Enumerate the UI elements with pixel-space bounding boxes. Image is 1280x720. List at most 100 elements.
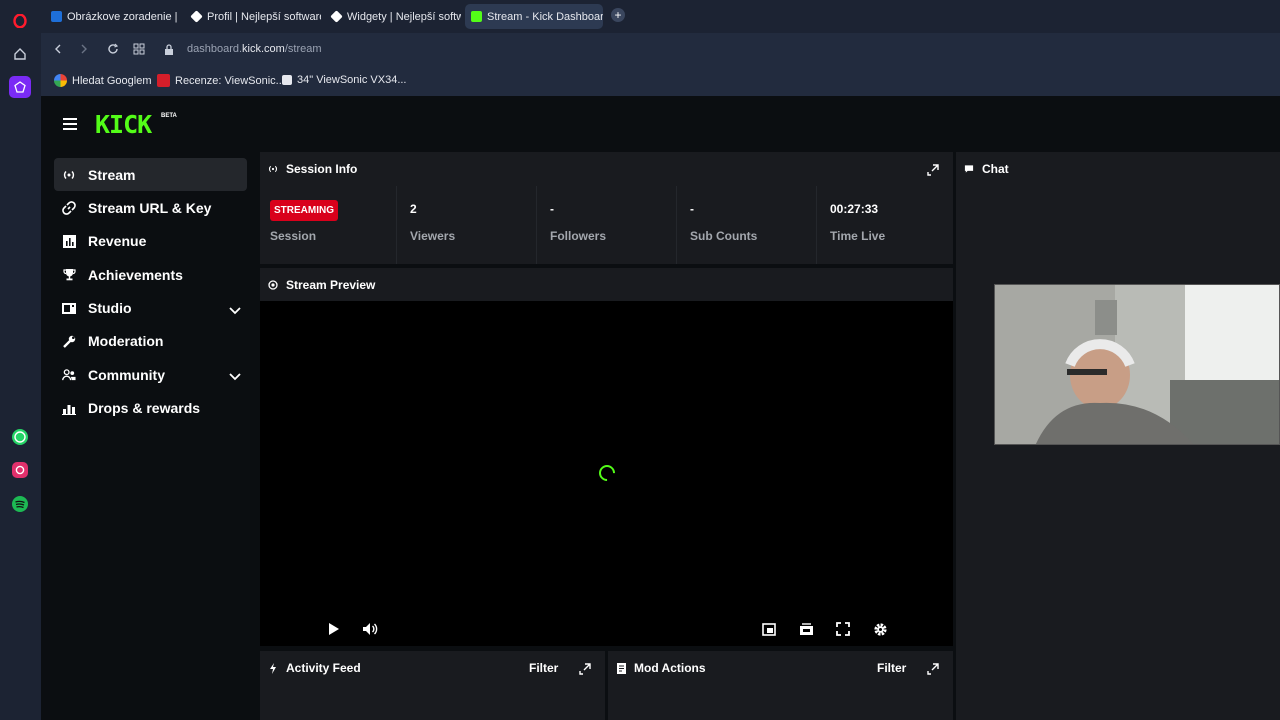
stream-preview-title-row: Stream Preview [260,268,953,301]
loading-spinner-icon [595,461,619,485]
mod-actions-filter-button[interactable]: Filter [877,661,906,675]
activity-filter-button[interactable]: Filter [529,661,558,675]
nav-item-moderation[interactable]: Moderation [54,325,247,358]
settings-gear-icon[interactable] [872,621,888,637]
site-favicon-icon [282,75,292,85]
mod-actions-panel: Mod Actions Filter [608,651,953,720]
reload-icon[interactable] [105,41,121,57]
stream-icon [62,168,76,182]
chevron-down-icon[interactable] [229,368,241,384]
tab-strip: Obrázkove zoradenie | bo Profil | Nejlep… [41,0,1280,33]
tab-3[interactable]: Widgety | Nejlepší softwar [325,4,461,29]
fullscreen-icon[interactable] [835,621,851,637]
panel-title: Stream Preview [286,277,376,292]
nav-item-stream[interactable]: Stream [54,158,247,191]
url-path: /stream [284,43,322,55]
nav-item-stream-url-key[interactable]: Stream URL & Key [54,191,247,224]
popout-icon[interactable] [927,163,939,176]
panel-title: Chat [982,162,1009,176]
camera-icon [268,279,278,290]
stat-value: 00:27:33 [830,202,879,216]
back-icon[interactable] [50,41,66,57]
panel-title: Activity Feed [286,661,361,675]
home-icon[interactable] [9,43,31,65]
link-icon [62,201,76,215]
nav-item-revenue[interactable]: Revenue [54,225,247,258]
stat-value: - [550,202,554,216]
tab-title: Profil | Nejlepší software p [207,10,321,23]
stat-sub-counts: - Sub Counts [677,186,817,264]
drops-icon [62,401,76,415]
nav-label: Revenue [88,233,147,250]
url-domain: kick.com [242,43,285,55]
video-player[interactable] [260,301,953,646]
trophy-icon [62,268,76,282]
nav-label: Drops & rewards [88,400,201,417]
webcam-overlay [994,284,1280,445]
bookmark-viewsonic[interactable]: 34" ViewSonic VX34... [282,74,407,86]
stat-label: Sub Counts [690,229,758,243]
tab-1[interactable]: Obrázkove zoradenie | bo [45,4,181,29]
chart-icon [62,234,76,248]
bookmark-label: Hledat Googlem [72,74,152,87]
tab-title: Widgety | Nejlepší softwar [347,10,461,23]
bookmark-label: 34" ViewSonic VX34... [297,74,407,86]
broadcast-icon [268,164,278,174]
forward-icon[interactable] [76,41,92,57]
spotify-icon[interactable] [9,493,31,515]
bookmark-google[interactable]: Hledat Googlem [54,74,152,87]
popout-icon[interactable] [927,662,939,675]
chevron-down-icon[interactable] [229,302,241,318]
popout-icon[interactable] [579,662,591,675]
wrench-icon [62,334,76,348]
nav-label: Moderation [88,333,164,350]
opera-logo-icon[interactable] [9,10,31,32]
opera-sidebar [0,0,41,720]
tab-grid-icon[interactable] [131,41,147,57]
tab-4-active[interactable]: Stream - Kick Dashboard [465,4,603,29]
miniplayer-icon[interactable] [761,621,777,637]
volume-icon[interactable] [362,621,378,637]
site-favicon-icon [157,74,170,87]
aria-icon[interactable] [9,76,31,98]
tab-title: Stream - Kick Dashboard [487,10,603,23]
lock-icon [161,41,177,57]
logo-text: KICK [95,110,152,139]
tab-favicon-icon [51,11,62,22]
kick-favicon-icon [471,11,482,22]
kick-logo[interactable]: KICK BETA [95,110,177,139]
whatsapp-icon[interactable] [9,426,31,448]
new-tab-plus-icon[interactable]: + [611,8,625,22]
beta-badge: BETA [161,113,177,119]
tab-favicon-icon [190,10,203,23]
chat-bubble-icon [964,164,974,174]
nav-item-community[interactable]: Community [54,358,247,391]
nav-item-studio[interactable]: Studio [54,292,247,325]
tab-favicon-icon [330,10,343,23]
stat-session: STREAMING Session [260,186,397,264]
url-prefix: dashboard. [187,43,243,55]
instagram-icon[interactable] [9,459,31,481]
theater-mode-icon[interactable] [798,621,814,637]
studio-icon [62,301,76,315]
nav-item-achievements[interactable]: Achievements [54,258,247,291]
url-field[interactable]: dashboard.kick.com/stream [187,43,322,55]
nav-label: Achievements [88,266,183,283]
document-icon [616,662,626,674]
address-bar: dashboard.kick.com/stream [41,33,1280,66]
stat-label: Time Live [830,229,886,243]
bookmark-recenze[interactable]: Recenze: ViewSonic... [157,74,285,87]
stat-viewers: 2 Viewers [397,186,537,264]
bookmarks-bar: Hledat Googlem Recenze: ViewSonic... 34"… [41,66,1280,96]
nav-label: Stream [88,166,136,183]
top-nav: KICK BETA [41,96,1280,152]
stat-label: Followers [550,229,607,243]
stat-followers: - Followers [537,186,677,264]
stat-value: - [690,202,694,216]
play-icon[interactable] [326,621,342,637]
tab-2[interactable]: Profil | Nejlepší software p [185,4,321,29]
menu-icon[interactable] [63,118,77,130]
streaming-badge: STREAMING [270,200,338,221]
session-info-panel: Session Info STREAMING Session 2 Viewers… [260,152,953,264]
nav-item-drops-rewards[interactable]: Drops & rewards [54,392,247,425]
